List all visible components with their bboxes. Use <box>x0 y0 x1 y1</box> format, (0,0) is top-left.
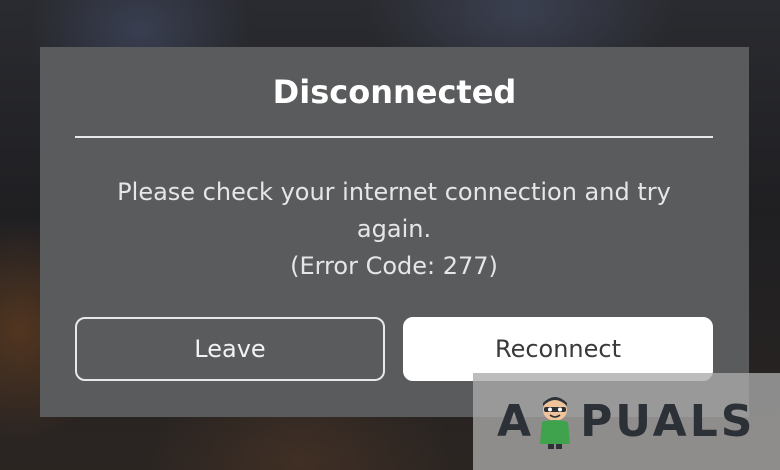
leave-button[interactable]: Leave <box>75 317 385 381</box>
message-line: Please check your internet connection an… <box>117 178 671 206</box>
dialog-message: Please check your internet connection an… <box>70 174 718 285</box>
message-line: again. <box>356 215 432 243</box>
appuals-mascot-icon <box>540 396 571 449</box>
disconnected-dialog: Disconnected Please check your internet … <box>40 47 749 417</box>
reconnect-button[interactable]: Reconnect <box>403 317 713 381</box>
appuals-watermark: A PUALS <box>473 373 780 470</box>
watermark-letter: A <box>497 396 535 447</box>
watermark-logo: A PUALS <box>497 394 755 450</box>
watermark-text: PUALS <box>580 396 756 447</box>
error-code-text: (Error Code: 277) <box>290 252 498 280</box>
dialog-title: Disconnected <box>272 73 517 111</box>
title-divider <box>75 136 713 138</box>
